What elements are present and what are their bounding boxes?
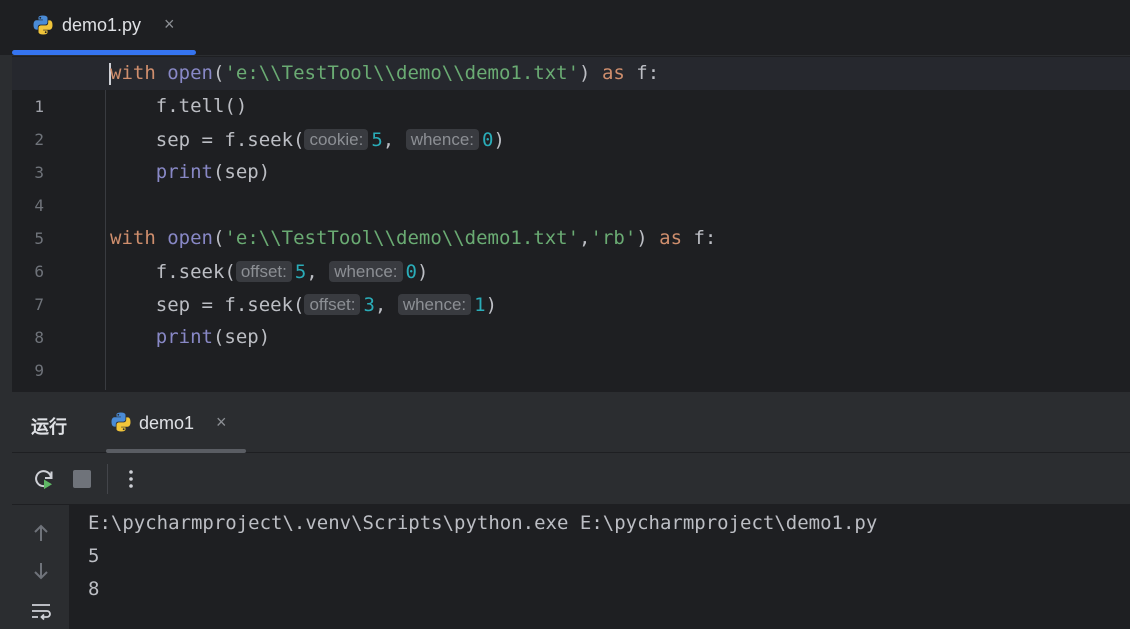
console-line: 5 [88, 545, 100, 567]
more-icon[interactable] [119, 467, 143, 491]
editor-tab-bar: demo1.py × [0, 0, 1130, 56]
console-line: E:\pycharmproject\.venv\Scripts\python.e… [88, 512, 878, 534]
console-line: 8 [88, 578, 100, 600]
code-line[interactable]: 7 f.seek(offset: 5, whence: 0) [12, 255, 1130, 314]
left-tool-strip [0, 0, 12, 629]
parameter-hint: whence: [329, 261, 403, 282]
run-tab-demo1[interactable]: demo1 × [94, 392, 246, 453]
code-line[interactable]: 3 sep = f.seek(cookie: 5, whence: 0) [12, 123, 1130, 182]
parameter-hint: whence: [397, 294, 472, 315]
up-arrow-icon[interactable] [30, 521, 52, 545]
code-line[interactable]: 1 with open('e:\\TestTool\\demo\\demo1.t… [12, 57, 1130, 116]
parameter-hint: offset: [304, 294, 361, 315]
code-line[interactable]: 8 sep = f.seek(offset: 3, whence: 1) [12, 288, 1130, 347]
active-tab-indicator [12, 50, 196, 55]
run-tab-label: demo1 [139, 413, 195, 433]
editor-tab-label: demo1.py [62, 15, 142, 35]
code-line[interactable]: 5 [12, 189, 1130, 248]
stop-icon[interactable] [70, 467, 94, 491]
parameter-hint: whence: [405, 129, 480, 150]
run-toolbar [12, 453, 1130, 505]
close-icon[interactable]: × [164, 14, 175, 35]
editor-tab-demo1[interactable]: demo1.py × [12, 0, 196, 56]
console-output[interactable]: E:\pycharmproject\.venv\Scripts\python.e… [69, 505, 1130, 629]
python-icon [32, 14, 54, 41]
line-number: 9 [34, 361, 44, 380]
parameter-hint: offset: [235, 261, 292, 282]
code-line[interactable]: 4 print(sep) [12, 156, 1130, 215]
console-side-toolbar [12, 505, 69, 629]
soft-wrap-icon[interactable] [30, 599, 52, 623]
code-line[interactable]: 9 print(sep) [12, 321, 1130, 380]
rerun-icon[interactable] [32, 467, 56, 491]
close-icon[interactable]: × [216, 412, 227, 433]
python-icon [110, 411, 132, 438]
run-panel-header: 运行 demo1 × [12, 392, 1130, 453]
parameter-hint: cookie: [304, 129, 369, 150]
code-line[interactable]: 2 f.tell() [12, 90, 1130, 149]
down-arrow-icon[interactable] [30, 559, 52, 583]
run-panel-title: 运行 [31, 417, 67, 437]
code-line[interactable]: 6 with open('e:\\TestTool\\demo\\demo1.t… [12, 222, 1130, 281]
code-editor[interactable]: 1 with open('e:\\TestTool\\demo\\demo1.t… [12, 57, 1130, 392]
toolbar-separator [107, 464, 108, 494]
